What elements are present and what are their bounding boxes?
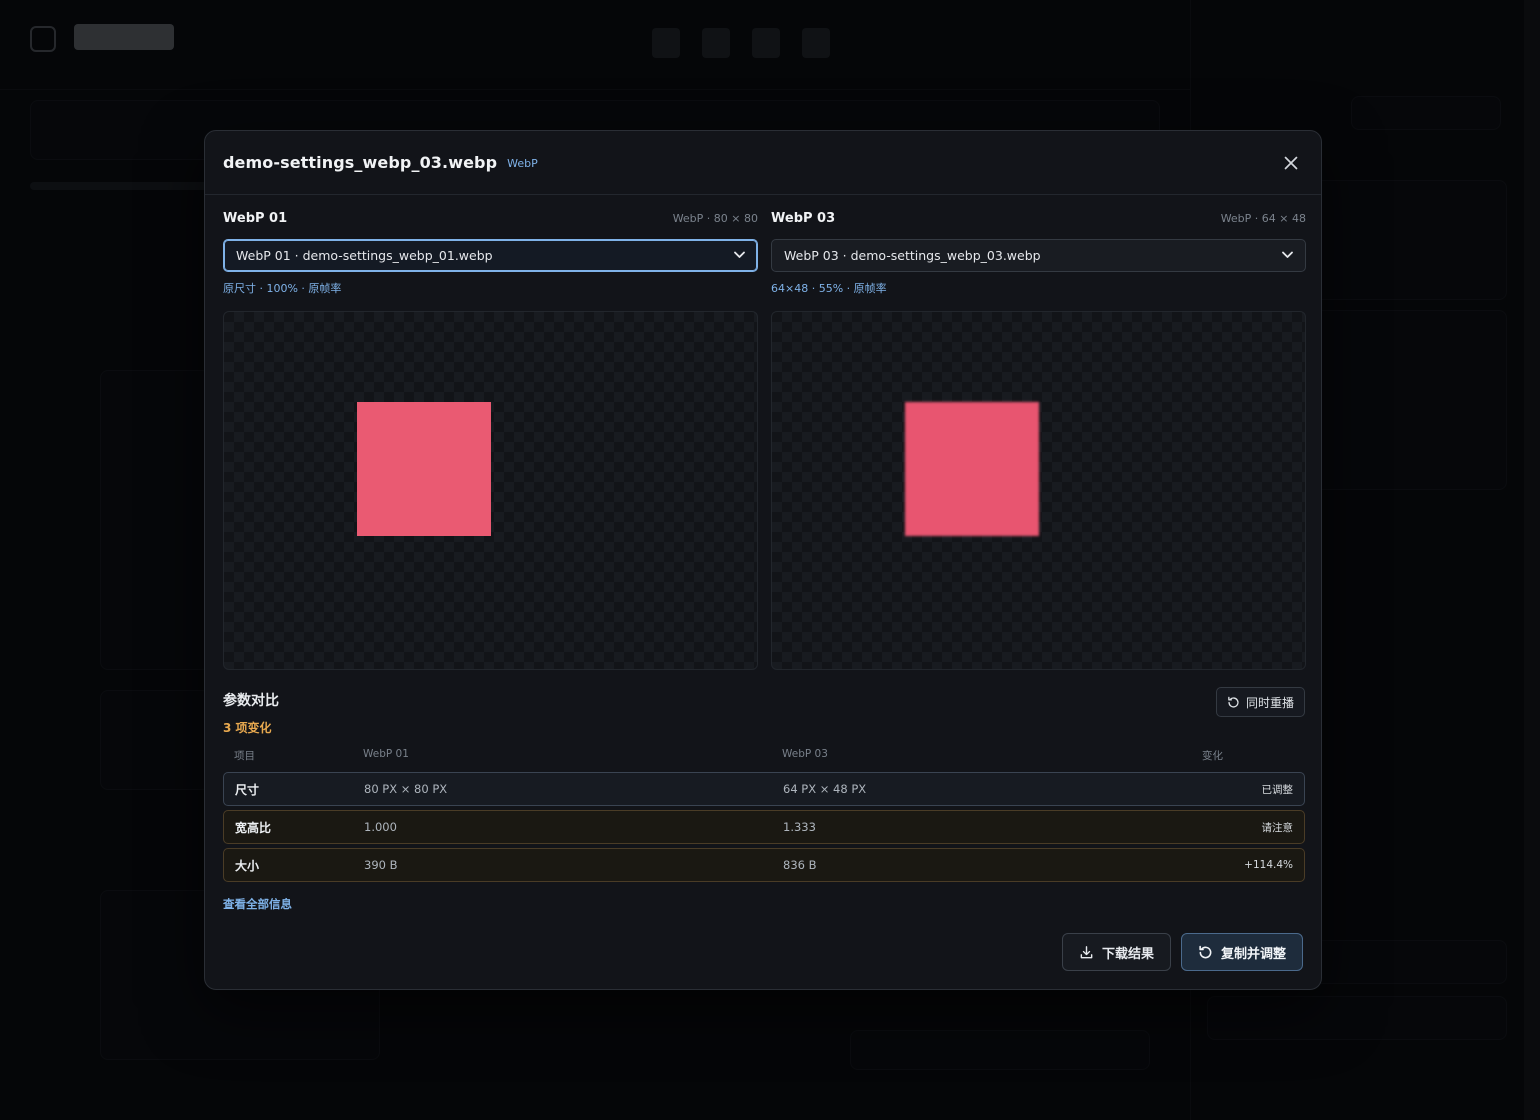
table-row: 尺寸 80 PX × 80 PX 64 PX × 48 PX 已调整 <box>223 772 1305 806</box>
page-scrollbar[interactable] <box>1524 0 1540 1120</box>
replay-both-button[interactable]: 同时重播 <box>1215 687 1305 717</box>
view-all-info-link[interactable]: 查看全部信息 <box>223 896 292 912</box>
right-preview-sprite <box>905 402 1039 536</box>
copy-and-adjust-button[interactable]: 复制并调整 <box>1180 933 1303 971</box>
left-preview-canvas <box>223 311 758 670</box>
params-title: 参数对比 <box>223 693 279 709</box>
right-pane-header: WebP 03 WebP · 64 × 48 <box>771 211 1306 229</box>
background-pagination <box>850 1030 1150 1070</box>
left-select-value: WebP 01 · demo-settings_webp_01.webp <box>236 248 493 263</box>
params-table-header: 项目 WebP 01 WebP 03 变化 <box>223 748 1305 764</box>
table-row: 大小 390 B 836 B +114.4% <box>223 848 1305 882</box>
compare-dialog: demo-settings_webp_03.webp WebP WebP 01 … <box>204 130 1322 990</box>
right-pane-settings: 64×48 · 55% · 原帧率 <box>771 282 887 295</box>
replay-label: 同时重播 <box>1245 695 1294 710</box>
left-pane-meta: WebP · 80 × 80 <box>672 212 758 225</box>
background-stats <box>652 28 830 58</box>
dialog-footer: 下载结果 复制并调整 <box>1061 933 1303 971</box>
background-header <box>0 0 1190 90</box>
background-title <box>74 24 174 50</box>
row-value-a: 390 B <box>364 858 398 872</box>
row-change: 请注意 <box>1261 821 1294 834</box>
header-item: 项目 <box>234 750 255 762</box>
table-row: 宽高比 1.000 1.333 请注意 <box>223 810 1305 844</box>
header-change: 变化 <box>1202 750 1223 762</box>
row-value-b: 1.333 <box>783 820 816 834</box>
left-preview-sprite <box>357 402 491 536</box>
left-pane-header: WebP 01 WebP · 80 × 80 <box>223 211 758 229</box>
compare-panes: WebP 01 WebP · 80 × 80 WebP 01 · demo-se… <box>223 211 1306 670</box>
row-change: +114.4% <box>1244 859 1293 871</box>
download-label: 下载结果 <box>1101 946 1154 962</box>
dialog-title: demo-settings_webp_03.webp <box>223 153 498 172</box>
refresh-icon <box>1199 945 1212 958</box>
left-file-select[interactable]: WebP 01 · demo-settings_webp_01.webp <box>223 239 758 272</box>
left-pane-settings: 原尺寸 · 100% · 原帧率 <box>223 282 342 295</box>
row-item: 尺寸 <box>235 782 260 797</box>
download-icon <box>1080 945 1093 958</box>
close-icon <box>1284 156 1298 169</box>
header-a: WebP 01 <box>363 748 409 760</box>
left-pane: WebP 01 WebP · 80 × 80 WebP 01 · demo-se… <box>223 211 758 670</box>
row-value-a: 80 PX × 80 PX <box>364 782 448 796</box>
right-select-value: WebP 03 · demo-settings_webp_03.webp <box>784 248 1041 263</box>
right-preview-canvas <box>771 311 1306 670</box>
row-change: 已调整 <box>1261 783 1294 796</box>
background-progress <box>30 182 210 190</box>
background-list-2 <box>100 690 210 790</box>
row-item: 大小 <box>235 858 260 873</box>
download-result-button[interactable]: 下载结果 <box>1061 933 1171 971</box>
header-b: WebP 03 <box>782 748 828 760</box>
right-file-select[interactable]: WebP 03 · demo-settings_webp_03.webp <box>771 239 1306 272</box>
row-value-a: 1.000 <box>364 820 397 834</box>
background-list <box>100 370 210 670</box>
copy-adjust-label: 复制并调整 <box>1220 946 1286 962</box>
left-pane-label: WebP 01 <box>223 211 288 226</box>
right-pane: WebP 03 WebP · 64 × 48 WebP 03 · demo-se… <box>771 211 1306 670</box>
change-count: 3 项变化 <box>223 721 272 735</box>
right-pane-label: WebP 03 <box>771 211 836 226</box>
format-badge: WebP <box>507 156 538 170</box>
chevron-down-icon <box>1282 249 1293 262</box>
right-pane-meta: WebP · 64 × 48 <box>1220 212 1306 225</box>
parameter-comparison: 参数对比 同时重播 3 项变化 项目 WebP 01 WebP 03 变化 尺寸… <box>223 687 1305 912</box>
dialog-header: demo-settings_webp_03.webp WebP <box>205 131 1321 195</box>
replay-icon <box>1228 696 1239 708</box>
background-logo-icon <box>30 26 56 52</box>
chevron-down-icon <box>734 249 745 262</box>
row-value-b: 836 B <box>783 858 817 872</box>
close-button[interactable] <box>1279 151 1303 175</box>
params-header: 参数对比 同时重播 <box>223 687 1305 719</box>
row-item: 宽高比 <box>235 820 272 835</box>
row-value-b: 64 PX × 48 PX <box>783 782 867 796</box>
